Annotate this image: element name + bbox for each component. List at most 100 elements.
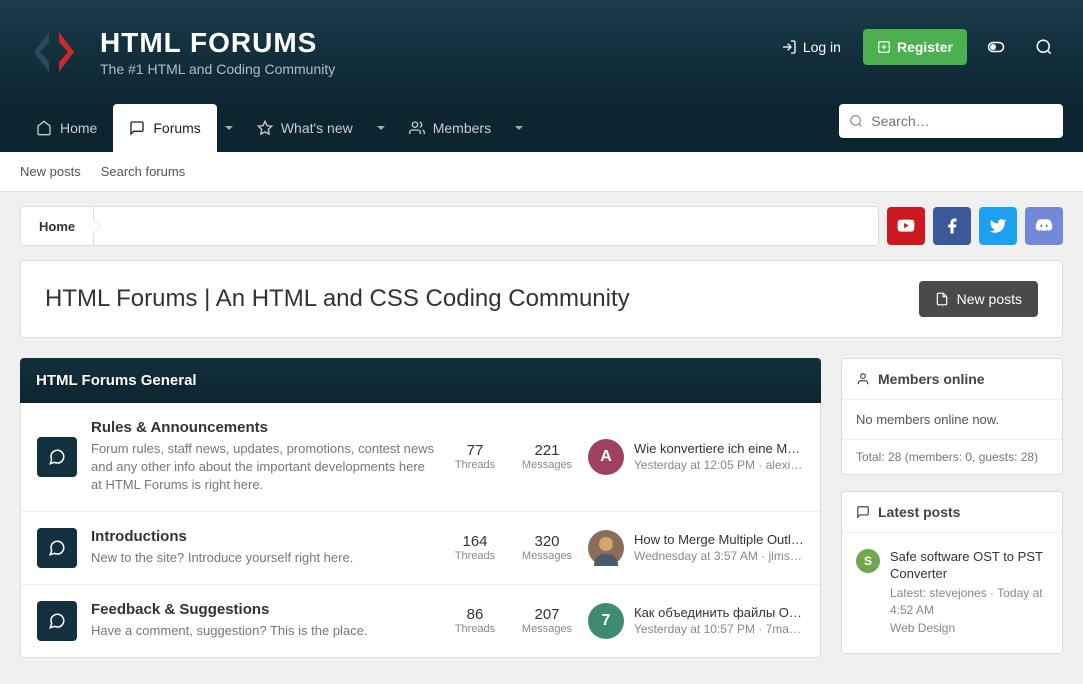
page-title: HTML Forums | An HTML and CSS Coding Com… — [45, 285, 630, 313]
login-label: Log in — [803, 39, 841, 55]
twitter-button[interactable] — [979, 207, 1017, 245]
latest-thread-meta: Yesterday at 10:57 PM · 7maxwarr… — [634, 622, 804, 636]
search-icon — [1035, 38, 1053, 56]
site-header: HTML FORUMS The #1 HTML and Coding Commu… — [0, 0, 1083, 104]
forum-row: Rules & Announcements Forum rules, staff… — [21, 403, 820, 512]
nav-forums-label: Forums — [153, 120, 200, 136]
latest-post: A Wie konvertiere ich eine MSG-D… Yester… — [588, 439, 804, 475]
forum-title[interactable]: Introductions — [91, 528, 434, 545]
forum-description: Forum rules, staff news, updates, promot… — [91, 440, 434, 495]
subnav-searchforums[interactable]: Search forums — [101, 164, 186, 179]
latest-thread-title[interactable]: How to Merge Multiple Outlook … — [634, 532, 804, 547]
register-icon — [877, 40, 891, 54]
avatar[interactable]: S — [856, 549, 880, 573]
messages-label: Messages — [520, 459, 574, 471]
messages-count: 207 — [520, 606, 574, 623]
forum-stats: 86Threads 207Messages — [448, 606, 574, 635]
forum-icon — [37, 528, 77, 568]
threads-label: Threads — [448, 623, 502, 635]
youtube-button[interactable] — [887, 207, 925, 245]
forum-description: Have a comment, suggestion? This is the … — [91, 622, 434, 640]
subnav-newposts[interactable]: New posts — [20, 164, 81, 179]
members-online-header: Members online — [842, 359, 1062, 400]
forum-stats: 77Threads 221Messages — [448, 442, 574, 471]
new-posts-label: New posts — [957, 291, 1022, 307]
site-tagline: The #1 HTML and Coding Community — [100, 61, 335, 77]
latest-posts-header: Latest posts — [842, 492, 1062, 533]
forum-row: Feedback & Suggestions Have a comment, s… — [21, 585, 820, 657]
discord-icon — [1035, 217, 1053, 235]
forum-icon — [37, 437, 77, 477]
chevron-down-icon — [377, 126, 385, 130]
nav-whatsnew[interactable]: What's new — [241, 104, 369, 152]
threads-count: 86 — [448, 606, 502, 623]
messages-count: 221 — [520, 442, 574, 459]
avatar[interactable] — [588, 530, 624, 566]
new-posts-button[interactable]: New posts — [919, 281, 1038, 317]
login-link[interactable]: Log in — [769, 29, 853, 65]
latest-thread-meta: Wednesday at 3:57 AM · jimsmiths — [634, 549, 804, 563]
discord-button[interactable] — [1025, 207, 1063, 245]
messages-label: Messages — [520, 623, 574, 635]
forum-stats: 164Threads 320Messages — [448, 533, 574, 562]
avatar[interactable]: 7 — [588, 603, 624, 639]
theme-toggle-button[interactable] — [977, 28, 1015, 66]
breadcrumb-home[interactable]: Home — [21, 207, 94, 245]
chat-icon — [48, 539, 66, 557]
threads-count: 77 — [448, 442, 502, 459]
chat-icon — [856, 505, 870, 519]
latest-posts-body: S Safe software OST to PST Converter Lat… — [842, 533, 1062, 653]
nav-members-dropdown[interactable] — [507, 104, 531, 152]
nav-forums[interactable]: Forums — [113, 104, 216, 152]
youtube-icon — [897, 217, 915, 235]
nav-members-label: Members — [433, 120, 491, 136]
forum-title[interactable]: Rules & Announcements — [91, 419, 434, 436]
search-button[interactable] — [1025, 28, 1063, 66]
latest-post: How to Merge Multiple Outlook … Wednesda… — [588, 530, 804, 566]
latest-thread-title[interactable]: Как объединить файлы Outloo… — [634, 605, 804, 620]
chevron-down-icon — [225, 126, 233, 130]
star-icon — [257, 120, 273, 136]
messages-label: Messages — [520, 550, 574, 562]
section-header: HTML Forums General — [20, 358, 821, 403]
threads-label: Threads — [448, 459, 502, 471]
home-icon — [36, 120, 52, 136]
nav-search-box[interactable] — [839, 104, 1063, 138]
nav-whatsnew-label: What's new — [281, 120, 353, 136]
search-icon — [849, 113, 863, 129]
avatar[interactable]: A — [588, 439, 624, 475]
main-nav: Home Forums What's new Members — [0, 104, 1083, 152]
nav-whatsnew-dropdown[interactable] — [369, 104, 393, 152]
nav-forums-dropdown[interactable] — [217, 104, 241, 152]
latest-posts-title: Latest posts — [878, 504, 960, 520]
members-icon — [409, 120, 425, 136]
nav-members[interactable]: Members — [393, 104, 507, 152]
twitter-icon — [989, 217, 1007, 235]
latest-post-title[interactable]: Safe software OST to PST Converter — [890, 549, 1048, 583]
login-icon — [781, 39, 797, 55]
members-online-title: Members online — [878, 371, 985, 387]
latest-posts-widget: Latest posts S Safe software OST to PST … — [841, 491, 1063, 654]
latest-thread-title[interactable]: Wie konvertiere ich eine MSG-D… — [634, 441, 804, 456]
latest-post-item: S Safe software OST to PST Converter Lat… — [856, 545, 1048, 641]
nav-home[interactable]: Home — [20, 104, 113, 152]
site-title: HTML FORUMS — [100, 27, 335, 59]
members-online-footer: Total: 28 (members: 0, guests: 28) — [842, 439, 1062, 474]
user-icon — [856, 372, 870, 386]
messages-count: 320 — [520, 533, 574, 550]
logo-area[interactable]: HTML FORUMS The #1 HTML and Coding Commu… — [24, 22, 335, 82]
search-input[interactable] — [871, 113, 1053, 129]
facebook-icon — [943, 217, 961, 235]
members-online-body: No members online now. — [842, 400, 1062, 439]
forum-description: New to the site? Introduce yourself righ… — [91, 549, 434, 567]
latest-thread-meta: Yesterday at 12:05 PM · alexisnels… — [634, 458, 804, 472]
facebook-button[interactable] — [933, 207, 971, 245]
register-button[interactable]: Register — [863, 29, 967, 65]
forum-title[interactable]: Feedback & Suggestions — [91, 601, 434, 618]
latest-post-meta: Latest: stevejones · Today at 4:52 AM — [890, 585, 1048, 619]
forums-icon — [129, 120, 145, 136]
threads-count: 164 — [448, 533, 502, 550]
sub-nav: New posts Search forums — [0, 152, 1083, 192]
document-icon — [935, 292, 949, 306]
threads-label: Threads — [448, 550, 502, 562]
